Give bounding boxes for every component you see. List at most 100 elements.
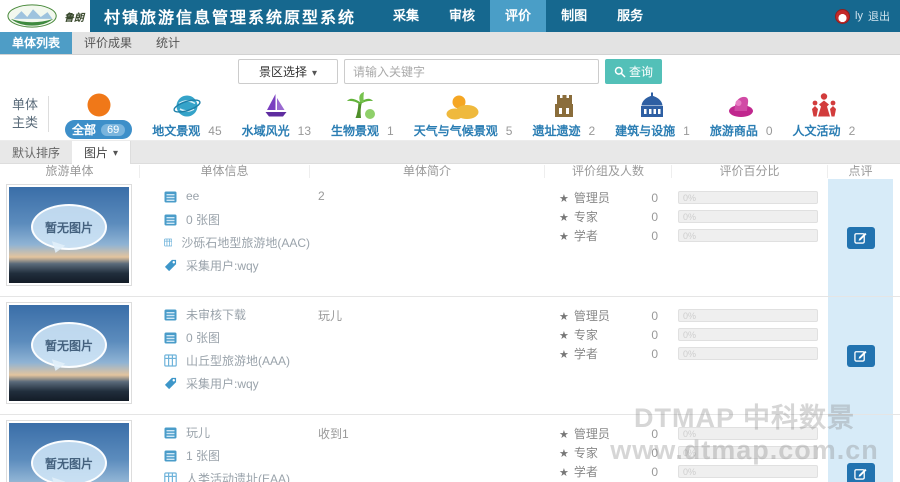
unit-image-count: 0 张图 [186, 329, 220, 346]
logo-landscape-icon [6, 3, 62, 29]
edit-pencil-icon [854, 231, 867, 244]
main-nav: 采集 审核 评价 制图 服务 [378, 0, 658, 32]
nav-item-collect[interactable]: 采集 [378, 0, 434, 32]
header: 鲁朗 村镇旅游信息管理系统原型系统 采集 审核 评价 制图 服务 ly 退出 [0, 0, 900, 32]
user-area: ly 退出 [835, 8, 890, 24]
unit-type: 人类活动遗址(EAA) [186, 470, 290, 482]
category-item-all[interactable]: 全部 69 [65, 89, 132, 139]
category-item-architecture[interactable]: 建筑与设施 1 [615, 89, 690, 139]
tab-unit-list[interactable]: 单体列表 [0, 32, 72, 54]
table-header: 旅游单体 单体信息 单体简介 评价组及人数 评价百分比 点评 [0, 164, 900, 179]
percent-bar: 0% [678, 309, 818, 322]
search-row: 景区选择 查询 [0, 55, 900, 88]
tag-icon [164, 377, 177, 390]
tag-icon [164, 259, 177, 272]
category-item-cultural[interactable]: 人文活动 2 [793, 89, 856, 139]
percent-bar: 0% [678, 347, 818, 360]
percent-bar: 0% [678, 427, 818, 440]
geology-landscape-icon [172, 91, 202, 121]
unit-intro: 2 [310, 179, 545, 296]
category-item-water[interactable]: 水域风光 13 [242, 89, 311, 139]
page: 鲁朗 村镇旅游信息管理系统原型系统 采集 审核 评价 制图 服务 ly 退出 单… [0, 0, 900, 482]
logout-link[interactable]: 退出 [868, 8, 890, 24]
tourism-goods-icon [726, 91, 756, 121]
nav-item-service[interactable]: 服务 [602, 0, 658, 32]
biological-landscape-icon [346, 91, 378, 121]
thumbnail-photo: 暂无图片 [9, 423, 129, 482]
unit-type: 山丘型旅游地(AAA) [186, 352, 290, 369]
percent-bar: 0% [678, 229, 818, 242]
category-item-biological[interactable]: 生物景观 1 [331, 89, 394, 139]
col-unit-info: 单体信息 [140, 165, 310, 178]
image-filter-dropdown[interactable]: 图片 [72, 141, 131, 164]
category-table-icon [164, 354, 177, 367]
tab-evaluation-results[interactable]: 评价成果 [72, 32, 144, 54]
category-item-goods[interactable]: 旅游商品 0 [710, 89, 773, 139]
filter-bar: 默认排序 图片 [0, 141, 900, 164]
star-icon [559, 328, 574, 342]
review-cell [828, 297, 893, 414]
unit-name: 玩儿 [186, 424, 210, 441]
nav-item-evaluate[interactable]: 评价 [490, 0, 546, 32]
page-title: 村镇旅游信息管理系统原型系统 [104, 4, 356, 28]
tab-statistics[interactable]: 统计 [144, 32, 192, 54]
keyword-input[interactable] [344, 59, 599, 84]
no-image-bubble: 暂无图片 [31, 204, 107, 250]
thumbnail-photo: 暂无图片 [9, 187, 129, 283]
calendar-icon [164, 190, 177, 203]
calendar-icon [164, 426, 177, 439]
table-row: 暂无图片 ee 0 张图 沙砾石地型旅游地(AAC) 采集用户:wqy 2 管理… [0, 179, 900, 297]
category-item-geology[interactable]: 地文景观 45 [152, 89, 221, 139]
tourism-unit-thumbnail[interactable]: 暂无图片 [6, 302, 132, 404]
col-unit-intro: 单体简介 [310, 165, 545, 178]
category-table-icon [164, 236, 172, 249]
review-cell [828, 179, 893, 296]
unit-name: ee [186, 189, 199, 203]
nav-item-audit[interactable]: 审核 [434, 0, 490, 32]
no-image-bubble: 暂无图片 [31, 440, 107, 482]
star-icon [559, 210, 574, 224]
category-table-icon [164, 472, 177, 482]
star-icon [559, 309, 574, 323]
nav-item-mapping[interactable]: 制图 [546, 0, 602, 32]
category-row: 单体 主类 全部 69 地文景观 45 [0, 88, 900, 141]
review-edit-button[interactable] [847, 345, 875, 367]
thumbnail-photo: 暂无图片 [9, 305, 129, 401]
water-scenery-icon [261, 91, 291, 121]
sub-tabbar: 单体列表 评价成果 统计 [0, 32, 900, 55]
col-eval-percent: 评价百分比 [672, 165, 828, 178]
table-row: 暂无图片 玩儿 1 张图 人类活动遗址(EAA) 采集用户:wqy 收到1 管理… [0, 415, 900, 482]
category-item-weather[interactable]: 天气与气候景观 5 [414, 89, 513, 139]
logo-text: 鲁朗 [64, 9, 84, 24]
no-image-bubble: 暂无图片 [31, 322, 107, 368]
all-categories-icon [86, 89, 112, 118]
star-icon [559, 427, 574, 441]
percent-bar: 0% [678, 328, 818, 341]
cultural-activity-icon [809, 91, 839, 121]
star-icon [559, 229, 574, 243]
default-sort-button[interactable]: 默认排序 [0, 144, 72, 161]
unit-collector: 采集用户:wqy [186, 257, 259, 274]
unit-type: 沙砾石地型旅游地(AAC) [181, 234, 310, 251]
star-icon [559, 446, 574, 460]
tourism-unit-thumbnail[interactable]: 暂无图片 [6, 420, 132, 482]
unit-intro: 收到1 [310, 415, 545, 482]
col-tourism-unit: 旅游单体 [0, 165, 140, 178]
photos-icon [164, 213, 177, 226]
edit-pencil-icon [854, 349, 867, 362]
search-button[interactable]: 查询 [605, 59, 662, 84]
col-eval-groups: 评价组及人数 [545, 165, 672, 178]
col-review: 点评 [828, 165, 893, 178]
unit-intro: 玩儿 [310, 297, 545, 414]
review-edit-button[interactable] [847, 463, 875, 482]
category-item-ruins[interactable]: 遗址遗迹 2 [532, 89, 595, 139]
chevron-down-icon [113, 145, 118, 159]
tourism-unit-thumbnail[interactable]: 暂无图片 [6, 184, 132, 286]
scenic-area-select[interactable]: 景区选择 [238, 59, 338, 84]
star-icon [559, 347, 574, 361]
review-edit-button[interactable] [847, 227, 875, 249]
ruins-icon [549, 91, 579, 121]
photos-icon [164, 449, 177, 462]
unit-name: 未审核下载 [186, 306, 246, 323]
category-group-label: 单体 主类 [10, 96, 49, 131]
